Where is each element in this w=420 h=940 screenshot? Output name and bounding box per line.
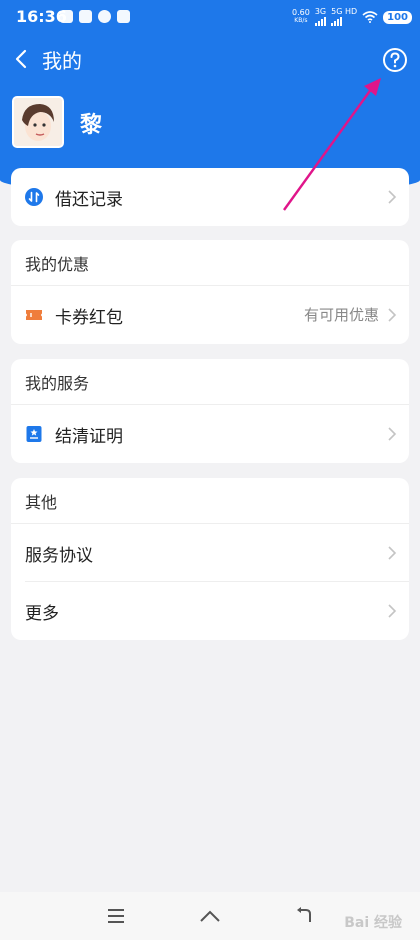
loan-records-label: 借还记录 [55,189,123,210]
more-row[interactable]: 更多 [11,582,409,640]
translate-icon [117,10,130,23]
chevron-right-icon [388,427,397,441]
offers-card: 我的优惠 卡券红包 有可用优惠 [11,240,409,344]
loan-records-card[interactable]: 借还记录 [11,168,409,226]
chevron-right-icon [388,190,397,204]
service-agreement-row[interactable]: 服务协议 [11,524,409,582]
home-icon[interactable] [198,904,222,928]
signal-bars-icon [331,16,357,26]
coupons-row[interactable]: 卡券红包 有可用优惠 [11,286,409,344]
coupons-label: 卡券红包 [55,307,123,328]
wifi-icon [362,11,378,23]
status-bar: 16:36 0.60 KB/s 3G 5G HD 100 [0,0,420,34]
chevron-right-icon [388,546,397,560]
sim1-label: 3G [314,7,327,16]
sim2-label: 5G HD [331,7,358,16]
chevron-right-icon [388,604,397,618]
help-icon[interactable] [382,47,408,73]
services-card: 我的服务 结清证明 [11,359,409,463]
watermark: Bai 经验 [344,915,402,931]
page-title: 我的 [42,49,82,73]
back-icon[interactable] [12,49,32,69]
settlement-proof-row[interactable]: 结清证明 [11,405,409,463]
net-speed-value: 0.60 [292,8,310,17]
avatar[interactable] [12,96,64,148]
notification-icons [60,10,130,23]
signal-bars-icon [314,16,326,26]
other-card: 其他 服务协议 更多 [11,478,409,640]
coupon-icon [26,310,42,320]
avatar-illustration [14,98,62,146]
system-nav-bar: Bai 经验 [0,892,420,940]
more-label: 更多 [25,603,59,624]
settlement-proof-label: 结清证明 [55,426,123,447]
service-agreement-label: 服务协议 [25,545,93,566]
sim1-signal: 3G [314,7,327,26]
user-name: 黎 [80,113,103,138]
offers-section-title: 我的优惠 [11,240,409,286]
sim2-signal: 5G HD [331,8,357,26]
net-speed: 0.60 KB/s [292,9,310,25]
exchange-icon [25,188,43,206]
back-nav-icon[interactable] [292,904,316,928]
certificate-icon [26,426,42,442]
menu-icon[interactable] [104,904,128,928]
other-section-title: 其他 [11,478,409,524]
services-section-title: 我的服务 [11,359,409,405]
clipboard-icon [79,10,92,23]
chevron-right-icon [388,308,397,322]
coupons-hint: 有可用优惠 [303,306,379,324]
status-indicators: 0.60 KB/s 3G 5G HD 100 [292,8,412,26]
message-icon [98,10,111,23]
battery-indicator: 100 [383,10,412,24]
gear-icon [60,10,73,23]
net-speed-unit: KB/s [294,17,308,24]
loan-records-row[interactable]: 借还记录 [11,168,409,226]
